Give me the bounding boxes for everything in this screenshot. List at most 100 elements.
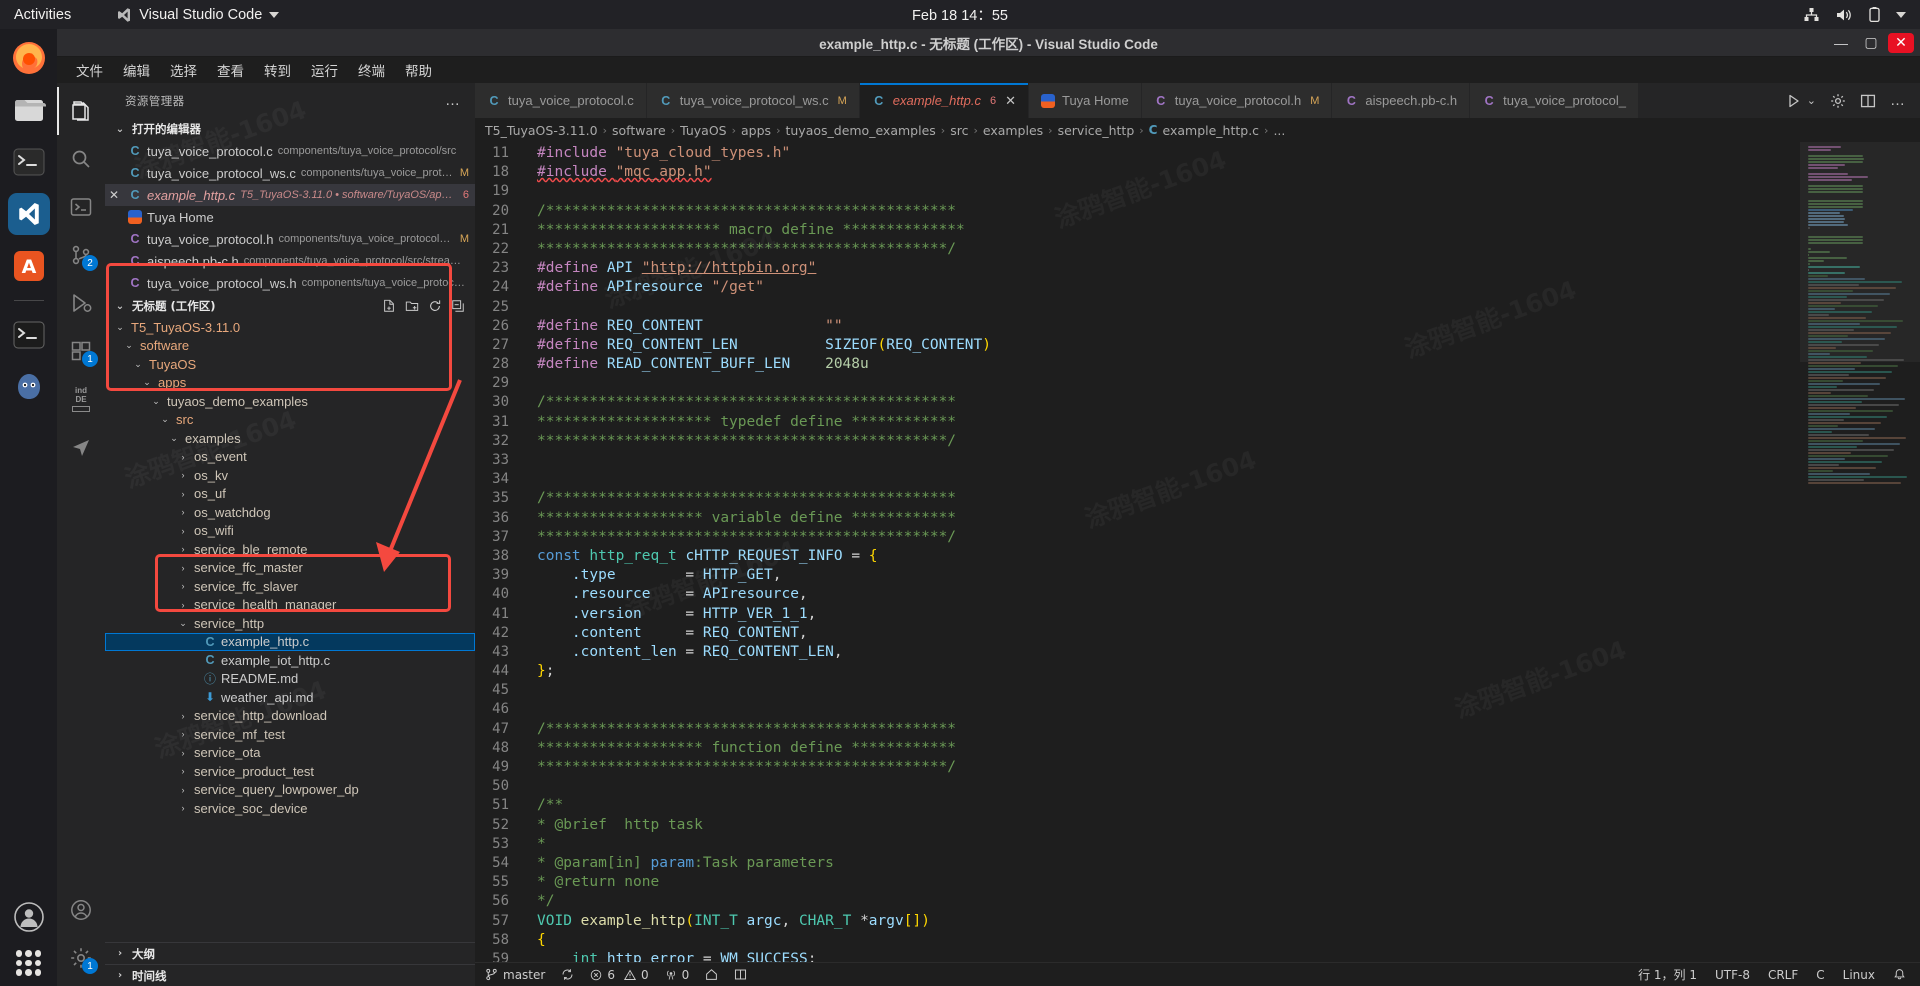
tree-row[interactable]: › os_uf — [105, 485, 475, 504]
show-applications-icon[interactable] — [15, 950, 42, 976]
open-editor-row-active[interactable]: ✕ C example_http.c T5_TuyaOS-3.11.0 • so… — [105, 184, 475, 206]
dock-firefox-icon[interactable] — [8, 37, 50, 79]
tree-row[interactable]: Cexample_iot_http.c — [105, 651, 475, 670]
open-editor-row[interactable]: C tuya_voice_protocol.h components/tuya_… — [105, 228, 475, 250]
language-mode[interactable]: C — [1816, 968, 1824, 982]
workspace-section-header[interactable]: ⌄ 无标题 (工作区) — [105, 294, 475, 318]
chevron-right-icon[interactable]: › — [176, 452, 190, 462]
tree-row[interactable]: › os_watchdog — [105, 503, 475, 522]
menu-edit[interactable]: 编辑 — [114, 58, 159, 82]
tree-row[interactable]: › service_ffc_master — [105, 559, 475, 578]
activitybar-terminal[interactable] — [57, 183, 105, 231]
tree-row[interactable]: ⌄ TuyaOS — [105, 355, 475, 374]
timeline-panel-header[interactable]: › 时间线 — [105, 964, 475, 986]
system-tray[interactable] — [1803, 6, 1906, 23]
activitybar-run-debug[interactable] — [57, 279, 105, 327]
close-icon[interactable]: ✕ — [105, 188, 123, 202]
activitybar-search[interactable] — [57, 135, 105, 183]
dock-gimp-icon[interactable] — [8, 366, 50, 408]
activitybar-settings[interactable]: 1 — [57, 934, 105, 982]
breadcrumb-item[interactable]: examples — [983, 123, 1043, 138]
run-play-icon[interactable] — [1786, 93, 1802, 109]
tree-row[interactable]: › os_wifi — [105, 522, 475, 541]
dock-ubuntu-software-icon[interactable]: A — [8, 245, 50, 287]
dock-terminal-icon[interactable] — [8, 141, 50, 183]
code-text[interactable]: ********************* macro define *****… — [531, 221, 965, 240]
chevron-down-icon[interactable]: ⌄ — [1807, 94, 1816, 107]
code-text[interactable]: */ — [531, 892, 554, 911]
code-text[interactable] — [531, 681, 546, 700]
code-text[interactable]: #define API "http://httpbin.org" — [531, 259, 816, 278]
open-editor-row[interactable]: C aispeech.pb-c.h components/tuya_voice_… — [105, 250, 475, 272]
code-text[interactable] — [531, 451, 546, 470]
collapse-all-icon[interactable] — [451, 299, 465, 313]
tree-row[interactable]: › service_soc_device — [105, 799, 475, 818]
breadcrumb-item[interactable]: apps — [741, 123, 771, 138]
open-editors-section-header[interactable]: ⌄ 打开的编辑器 — [105, 118, 475, 140]
chevron-right-icon[interactable]: › — [176, 785, 190, 795]
chevron-down-icon[interactable]: ⌄ — [149, 396, 163, 407]
tree-row[interactable]: › service_http_download — [105, 707, 475, 726]
chevron-right-icon[interactable]: › — [176, 526, 190, 536]
chevron-right-icon[interactable]: › — [176, 544, 190, 554]
tree-row[interactable]: › service_ffc_slaver — [105, 577, 475, 596]
code-text[interactable]: #include "tuya_cloud_types.h" — [531, 144, 790, 163]
chevron-right-icon[interactable]: › — [176, 600, 190, 610]
activitybar-wind-ide[interactable]: ind DE — [57, 375, 105, 423]
editor-tab[interactable]: Ctuya_voice_protocol.h M — [1141, 83, 1333, 118]
code-text[interactable]: .resource = APIresource, — [531, 585, 808, 604]
dock-user-icon[interactable] — [8, 896, 50, 938]
code-text[interactable]: * @param[in] param:Task parameters — [531, 854, 834, 873]
code-text[interactable] — [531, 374, 546, 393]
chevron-right-icon[interactable]: › — [176, 581, 190, 591]
more-actions-icon[interactable]: … — [445, 92, 461, 109]
chevron-right-icon[interactable]: › — [176, 711, 190, 721]
code-text[interactable]: * @return none — [531, 873, 659, 892]
chevron-down-icon[interactable]: ⌄ — [140, 377, 154, 388]
eol[interactable]: CRLF — [1768, 968, 1798, 982]
chevron-down-icon[interactable]: ⌄ — [158, 414, 172, 425]
minimize-button[interactable]: — — [1828, 33, 1854, 53]
tree-row[interactable]: › service_product_test — [105, 762, 475, 781]
tree-row[interactable]: › service_health_manager — [105, 596, 475, 615]
code-text[interactable]: ****************************************… — [531, 432, 956, 451]
menu-go[interactable]: 转到 — [255, 58, 300, 82]
outline-panel-header[interactable]: › 大纲 — [105, 942, 475, 964]
dock-files-icon[interactable] — [8, 89, 50, 131]
editor-tab[interactable]: Caispeech.pb-c.h — [1332, 83, 1471, 118]
open-editor-row[interactable]: C tuya_voice_protocol_ws.h components/tu… — [105, 272, 475, 294]
chevron-right-icon[interactable]: › — [176, 803, 190, 813]
code-text[interactable]: /***************************************… — [531, 720, 956, 739]
code-text[interactable]: ****************************************… — [531, 240, 956, 259]
chevron-right-icon[interactable]: › — [176, 489, 190, 499]
close-button[interactable]: ✕ — [1888, 32, 1914, 53]
dock-vscode-icon[interactable] — [7, 193, 50, 235]
platform[interactable]: Linux — [1843, 968, 1875, 982]
breadcrumb-item[interactable]: ... — [1273, 123, 1285, 138]
code-scroll-area[interactable]: 11 #include "tuya_cloud_types.h" 18 #includ… — [475, 142, 1800, 962]
tree-row[interactable]: › service_query_lowpower_dp — [105, 781, 475, 800]
code-text[interactable]: ******************* function define ****… — [531, 739, 956, 758]
close-icon[interactable]: ✕ — [1005, 93, 1016, 109]
menu-file[interactable]: 文件 — [67, 58, 112, 82]
tree-row[interactable]: › os_kv — [105, 466, 475, 485]
chevron-right-icon[interactable]: › — [176, 766, 190, 776]
code-text[interactable] — [531, 182, 546, 201]
dock-terminal2-icon[interactable] — [8, 314, 50, 356]
chevron-down-icon[interactable]: ⌄ — [176, 618, 190, 629]
tree-row[interactable]: › service_ble_remote — [105, 540, 475, 559]
encoding[interactable]: UTF-8 — [1715, 968, 1750, 982]
breadcrumb-item[interactable]: service_http — [1058, 123, 1135, 138]
menu-terminal[interactable]: 终端 — [349, 58, 394, 82]
activitybar-account[interactable] — [57, 886, 105, 934]
split-editor-icon[interactable] — [1860, 93, 1876, 109]
tree-row[interactable]: ⌄ apps — [105, 374, 475, 393]
editor-tab-active[interactable]: Cexample_http.c 6 ✕ — [859, 83, 1029, 118]
activities-button[interactable]: Activities — [14, 7, 71, 23]
tree-row[interactable]: ⌄ examples — [105, 429, 475, 448]
menu-selection[interactable]: 选择 — [161, 58, 206, 82]
code-text[interactable]: /***************************************… — [531, 489, 956, 508]
code-text[interactable]: .content = REQ_CONTENT, — [531, 624, 808, 643]
open-editor-row[interactable]: Tuya Home — [105, 206, 475, 228]
refresh-icon[interactable] — [428, 299, 442, 313]
